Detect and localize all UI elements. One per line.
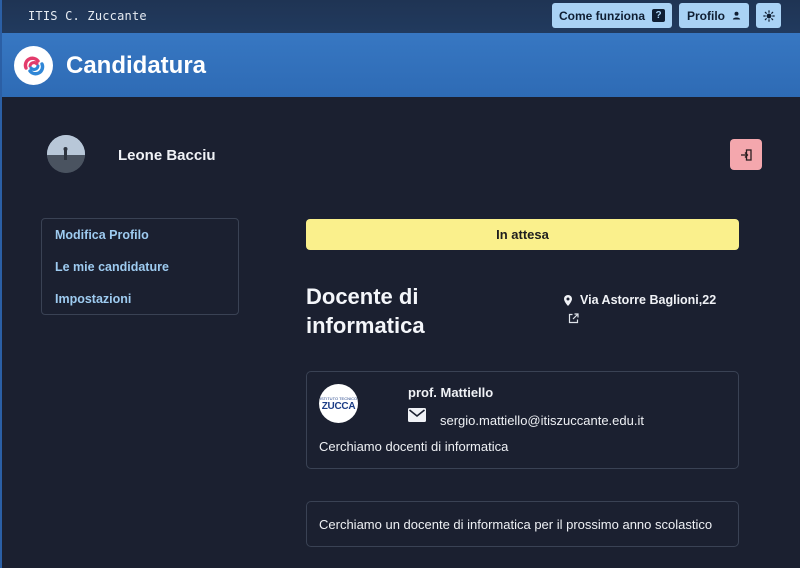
sidebar-item-edit-profile[interactable]: Modifica Profilo [42, 227, 238, 259]
location-pin-icon [564, 294, 572, 306]
avatar-photo [47, 135, 85, 173]
company-card: ISTITUTO TECNICO ZUCCA prof. Mattiello s… [306, 371, 739, 469]
mail-icon [408, 408, 426, 422]
how-it-works-label: Come funziona [559, 8, 645, 23]
school-logo: ISTITUTO TECNICO ZUCCA [319, 384, 358, 423]
app-logo-icon [23, 56, 44, 75]
theme-toggle-button[interactable] [756, 3, 781, 28]
page-title: Candidatura [66, 52, 207, 79]
user-name: Leone Bacciu [118, 147, 216, 164]
external-link-icon [568, 313, 579, 324]
contact-name: prof. Mattiello [408, 385, 494, 400]
main-content: Leone Bacciu Modifica Profilo Le mie can… [0, 97, 800, 568]
logout-icon [741, 148, 752, 161]
sun-icon [762, 9, 775, 22]
sidebar-item-settings[interactable]: Impostazioni [42, 291, 238, 323]
side-menu: Modifica Profilo Le mie candidature Impo… [41, 218, 239, 315]
status-badge: In attesa [306, 219, 739, 250]
open-map-link[interactable] [568, 311, 579, 329]
avatar[interactable] [47, 135, 85, 173]
job-title: Docente di informatica [306, 284, 425, 338]
contact-email[interactable]: sergio.mattiello@itiszuccante.edu.it [440, 413, 644, 428]
person-icon [732, 11, 741, 20]
profile-label: Profilo [687, 8, 725, 23]
description-card: Cerchiamo un docente di informatica per … [306, 501, 739, 547]
page-header: Candidatura [0, 33, 800, 97]
logout-button[interactable] [730, 139, 762, 170]
sidebar-item-my-applications[interactable]: Le mie candidature [42, 259, 238, 291]
app-logo[interactable] [14, 46, 53, 85]
question-icon: ? [652, 9, 665, 22]
brand-name[interactable]: ITIS C. Zuccante [28, 9, 147, 23]
how-it-works-button[interactable]: Come funziona ? [552, 3, 672, 28]
school-logo-text: ZUCCA [321, 400, 356, 412]
address-text: Via Astorre Baglioni,22 [580, 293, 717, 307]
top-navbar: ITIS C. Zuccante Come funziona ? Profilo [0, 0, 800, 33]
company-short-description: Cerchiamo docenti di informatica [319, 439, 509, 454]
profile-button[interactable]: Profilo [679, 3, 749, 28]
job-description: Cerchiamo un docente di informatica per … [319, 517, 713, 532]
address: Via Astorre Baglioni,22 [564, 293, 716, 307]
